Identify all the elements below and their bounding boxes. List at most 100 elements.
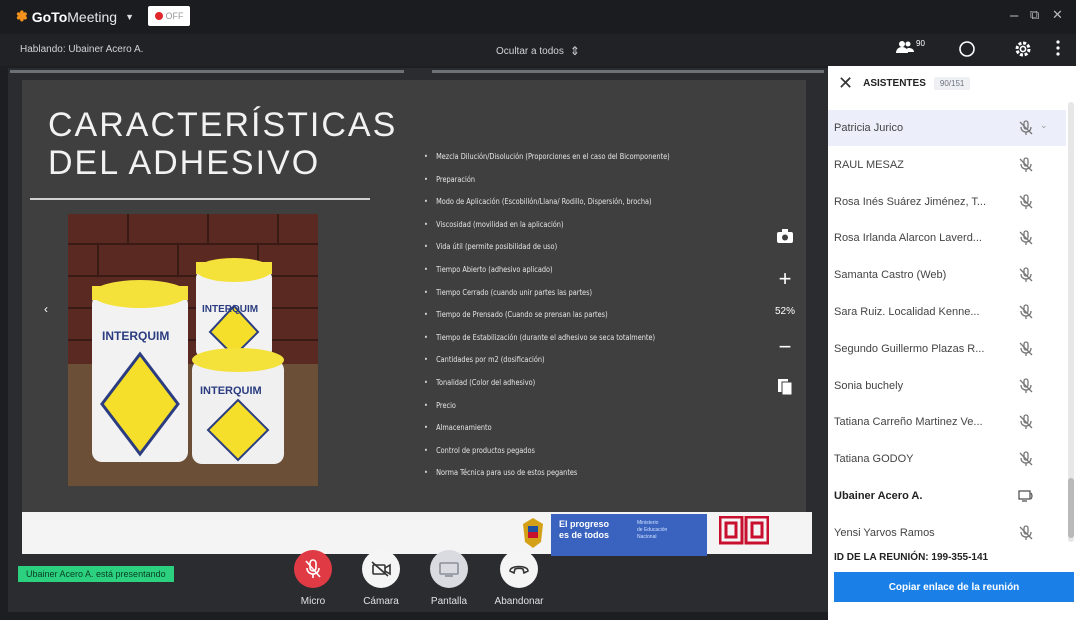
fit-screen-button[interactable]	[768, 378, 802, 401]
leave-label: Abandonar	[494, 596, 544, 607]
slide-bullet: Tiempo Abierto (adhesivo aplicado)	[424, 263, 686, 286]
mic-muted-icon	[1019, 525, 1033, 540]
mic-muted-icon	[1019, 451, 1033, 467]
attendee-name: Sara Ruiz. Localidad Kenne...	[834, 306, 980, 318]
slide-bullet: Precio	[424, 399, 686, 422]
close-icon[interactable]: ✕	[838, 73, 853, 94]
slide-bullet: Preparación	[424, 173, 686, 196]
hang-up-icon	[509, 565, 529, 575]
close-window-button[interactable]: ✕	[1052, 7, 1063, 23]
zoom-level: 52%	[774, 306, 795, 317]
gotomeeting-logo-icon: ✽	[16, 8, 28, 24]
hide-all-button[interactable]: Ocultar a todos ⇕	[496, 44, 580, 58]
screenshot-button[interactable]	[768, 228, 802, 249]
minimize-button[interactable]: –	[1010, 7, 1018, 24]
copy-meeting-link-button[interactable]: Copiar enlace de la reunión	[834, 572, 1074, 602]
camera-off-icon	[371, 561, 391, 577]
attendee-row[interactable]: Tatiana Carreño Martinez Ve...	[828, 404, 1066, 440]
chat-button[interactable]	[958, 40, 976, 58]
attendee-row[interactable]: Ubainer Acero A.	[828, 478, 1066, 514]
slide-bullet: Vida útil (permite posibilidad de uso)	[424, 240, 686, 263]
previous-slide-button[interactable]: ‹	[44, 302, 48, 316]
attendees-button[interactable]: 90	[896, 39, 925, 54]
meeting-id: ID DE LA REUNIÓN: 199-355-141	[834, 552, 989, 563]
shared-slide: CARACTERÍSTICAS DEL ADHESIVO INTERQUIM I…	[22, 80, 806, 512]
attendee-name: RAUL MESAZ	[834, 158, 904, 171]
hide-all-label: Ocultar a todos	[496, 45, 564, 57]
slide-title-line: DEL ADHESIVO	[48, 144, 321, 182]
mic-muted-icon	[1019, 377, 1033, 393]
restore-button[interactable]: ⧉	[1030, 7, 1039, 23]
attendee-row[interactable]: Rosa Irlanda Alarcon Laverd...	[828, 220, 1066, 256]
app-menu[interactable]: ✽ GoToMeeting ▼	[16, 8, 134, 25]
slide-bullet: Tiempo de Prensado (Cuando se prensan la…	[424, 308, 686, 331]
camera-snapshot-icon	[777, 229, 793, 243]
gear-icon	[1015, 41, 1031, 57]
settings-button[interactable]	[1014, 40, 1032, 58]
attendees-title: ASISTENTES	[863, 77, 926, 89]
brand-name: GoToMeeting	[31, 8, 118, 25]
slide-bullet: Tonalidad (Color del adhesivo)	[424, 376, 686, 399]
mic-button[interactable]: Micro	[288, 550, 338, 607]
attendees-scrollbar-track[interactable]	[1068, 102, 1074, 542]
attendee-row[interactable]: Segundo Guillermo Plazas R...	[828, 331, 1066, 367]
screen-circle	[430, 550, 468, 588]
slide-title-line: CARACTERÍSTICAS	[48, 106, 398, 144]
title-bar: ✽ GoToMeeting ▼ OFF – ⧉ ✕	[0, 0, 1076, 34]
speaking-indicator: Hablando: Ubainer Acero A.	[20, 44, 144, 55]
zoom-out-button[interactable]: −	[768, 334, 802, 360]
slide-bullet: Cantidades por m2 (dosificación)	[424, 353, 686, 376]
screen-label: Pantalla	[430, 596, 468, 607]
attendee-name: Segundo Guillermo Plazas R...	[834, 342, 985, 355]
slide-bullet: Almacenamiento	[424, 421, 686, 444]
screen-share-button[interactable]: Pantalla	[424, 550, 474, 607]
attendee-row[interactable]: RAUL MESAZ	[828, 147, 1066, 183]
kebab-menu-icon	[1056, 40, 1060, 56]
presenting-badge: Ubainer Acero A. está presentando	[18, 566, 174, 582]
record-toggle[interactable]: OFF	[148, 6, 190, 26]
attendee-name: Ubainer Acero A.	[834, 490, 923, 502]
people-icon	[896, 41, 914, 53]
attendee-name: Sonia buchely	[834, 379, 904, 392]
attendee-name: Patricia Jurico	[834, 122, 904, 134]
mic-muted-icon	[1019, 157, 1033, 172]
attendee-name: Rosa Inés Suárez Jiménez, T...	[834, 195, 987, 208]
attendee-row[interactable]: Sara Ruiz. Localidad Kenne...	[828, 294, 1066, 330]
mic-muted-icon	[1019, 120, 1033, 135]
slide-bullet: Viscosidad (movilidad en la aplicación)	[424, 218, 686, 241]
attendee-row[interactable]: Yensi Yarvos Ramos	[828, 515, 1066, 551]
chat-icon	[959, 41, 975, 57]
mic-muted-icon	[1019, 193, 1033, 209]
attendee-row[interactable]: Rosa Inés Suárez Jiménez, T...	[828, 184, 1066, 220]
attendee-row[interactable]: Patricia Jurico ⌄	[828, 110, 1066, 146]
mic-muted-icon	[1019, 230, 1033, 246]
attendee-row[interactable]: Sonia buchely	[828, 368, 1066, 404]
gotomeeting-window: ✽ GoToMeeting ▼ OFF – ⧉ ✕ Hablando: Ubai…	[0, 0, 1076, 620]
more-options-button[interactable]	[1056, 40, 1060, 56]
attendees-panel-header: ✕ ASISTENTES 90/151	[828, 66, 1076, 100]
attendee-name: Rosa Irlanda Alarcon Laverd...	[834, 232, 982, 245]
zoom-in-button[interactable]: +	[768, 266, 802, 292]
sort-arrows-icon: ⇕	[569, 44, 580, 58]
screen-share-icon	[439, 562, 459, 577]
mic-circle	[294, 550, 332, 588]
institution-logo	[719, 516, 769, 545]
camera-label: Cámara	[363, 596, 399, 607]
product-photo: INTERQUIM INTERQUIM INTERQUIM	[68, 214, 318, 486]
attendees-count-badge: 90/151	[933, 76, 971, 90]
stage-divider	[10, 70, 404, 73]
leave-button[interactable]: Abandonar	[494, 550, 544, 607]
stage-divider	[432, 70, 824, 73]
attendees-scrollbar-thumb[interactable]	[1068, 478, 1074, 538]
record-dot-icon	[154, 12, 163, 20]
ministry-name: Ministerio de Educación Nacional	[637, 520, 668, 540]
colombia-coat-of-arms-logo	[523, 518, 543, 548]
attendee-row[interactable]: Samanta Castro (Web)	[828, 257, 1066, 293]
camera-button[interactable]: Cámara	[356, 550, 406, 607]
attendee-row[interactable]: Tatiana GODOY	[828, 441, 1066, 477]
chevron-down-icon[interactable]: ⌄	[1040, 120, 1048, 131]
mic-muted-icon	[1019, 267, 1033, 283]
copy-pages-icon	[778, 379, 793, 396]
slide-bullet: Norma Técnica para uso de estos pegantes	[424, 466, 686, 489]
slide-bullet: Tiempo de Estabilización (durante el adh…	[424, 331, 686, 354]
